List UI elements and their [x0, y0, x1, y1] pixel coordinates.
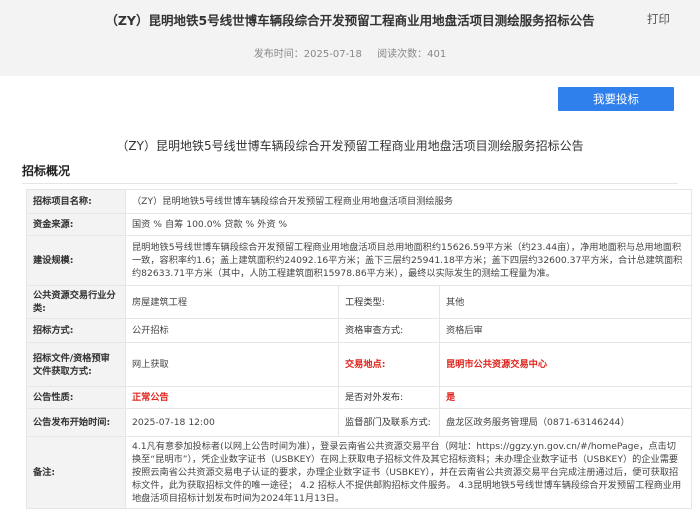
- doc-method-label: 招标文件/资格预审文件获取方式:: [26, 342, 126, 387]
- table-row: 招标文件/资格预审文件获取方式: 网上获取 交易地点: 昆明市公共资源交易中心: [26, 342, 692, 387]
- section-divider: [22, 183, 678, 184]
- meta-info: 发布时间：2025-07-18 阅读次数：401: [0, 45, 700, 60]
- tender-info-table: 招标项目名称: （ZY）昆明地铁5号线世博车辆段综合开发预留工程商业用地盘活项目…: [26, 189, 692, 509]
- nature-label: 公告性质:: [26, 386, 126, 409]
- supervisor-label: 监督部门及联系方式:: [338, 408, 440, 437]
- page-title: （ZY）昆明地铁5号线世博车辆段综合开发预留工程商业用地盘活项目测绘服务招标公告: [105, 13, 595, 28]
- table-row: 资金来源: 国资 % 自筹 100.0% 贷款 % 外资 %: [26, 213, 692, 236]
- project-type-label: 工程类型:: [338, 285, 440, 319]
- scale-value: 昆明地铁5号线世博车辆段综合开发预留工程商业用地盘活项目总用地面积约15626.…: [125, 235, 692, 286]
- project-type-value: 其他: [439, 285, 692, 319]
- review-method-value: 资格后审: [439, 318, 692, 343]
- project-name-label: 招标项目名称:: [26, 189, 126, 214]
- section-title: 招标概况: [22, 164, 71, 178]
- project-name-value: （ZY）昆明地铁5号线世博车辆段综合开发预留工程商业用地盘活项目测绘服务: [125, 189, 692, 214]
- fund-source-label: 资金来源:: [26, 213, 126, 236]
- table-row: 公告发布开始时间: 2025-07-18 12:00 监督部门及联系方式: 盘龙…: [26, 408, 692, 437]
- table-row: 建设规模: 昆明地铁5号线世博车辆段综合开发预留工程商业用地盘活项目总用地面积约…: [26, 235, 692, 286]
- notice-subtitle: （ZY）昆明地铁5号线世博车辆段综合开发预留工程商业用地盘活项目测绘服务招标公告: [116, 139, 584, 153]
- bid-button[interactable]: 我要投标: [558, 87, 674, 111]
- nature-value: 正常公告: [125, 386, 339, 409]
- table-row: 招标项目名称: （ZY）昆明地铁5号线世博车辆段综合开发预留工程商业用地盘活项目…: [26, 189, 692, 214]
- review-method-label: 资格审查方式:: [338, 318, 440, 343]
- publish-time: 发布时间：2025-07-18: [253, 49, 362, 60]
- table-row: 招标方式: 公开招标 资格审查方式: 资格后审: [26, 318, 692, 343]
- table-row: 备注: 4.1凡有意参加投标者(以网上公告时间为准），登录云南省公共资源交易平台…: [26, 436, 692, 509]
- tender-method-value: 公开招标: [125, 318, 339, 343]
- table-row: 公告性质: 正常公告 是否对外发布: 是: [26, 386, 692, 409]
- fund-source-value: 国资 % 自筹 100.0% 贷款 % 外资 %: [125, 213, 692, 236]
- view-count: 阅读次数：401: [377, 49, 447, 60]
- header-bar: （ZY）昆明地铁5号线世博车辆段综合开发预留工程商业用地盘活项目测绘服务招标公告…: [0, 0, 700, 76]
- venue-value: 昆明市公共资源交易中心: [439, 342, 692, 387]
- category-value: 房屋建筑工程: [125, 285, 339, 319]
- external-value: 是: [439, 386, 692, 409]
- start-time-label: 公告发布开始时间:: [26, 408, 126, 437]
- doc-method-value: 网上获取: [125, 342, 339, 387]
- remarks-label: 备注:: [26, 436, 126, 509]
- scale-label: 建设规模:: [26, 235, 126, 286]
- remarks-value: 4.1凡有意参加投标者(以网上公告时间为准），登录云南省公共资源交易平台（网址：…: [125, 436, 692, 509]
- supervisor-value: 盘龙区政务服务管理局（0871-63146244）: [439, 408, 692, 437]
- external-label: 是否对外发布:: [338, 386, 440, 409]
- tender-method-label: 招标方式:: [26, 318, 126, 343]
- category-label: 公共资源交易行业分类:: [26, 285, 126, 319]
- print-link[interactable]: 打印: [647, 11, 670, 27]
- venue-label: 交易地点:: [338, 342, 440, 387]
- table-row: 公共资源交易行业分类: 房屋建筑工程 工程类型: 其他: [26, 285, 692, 319]
- start-time-value: 2025-07-18 12:00: [125, 408, 339, 437]
